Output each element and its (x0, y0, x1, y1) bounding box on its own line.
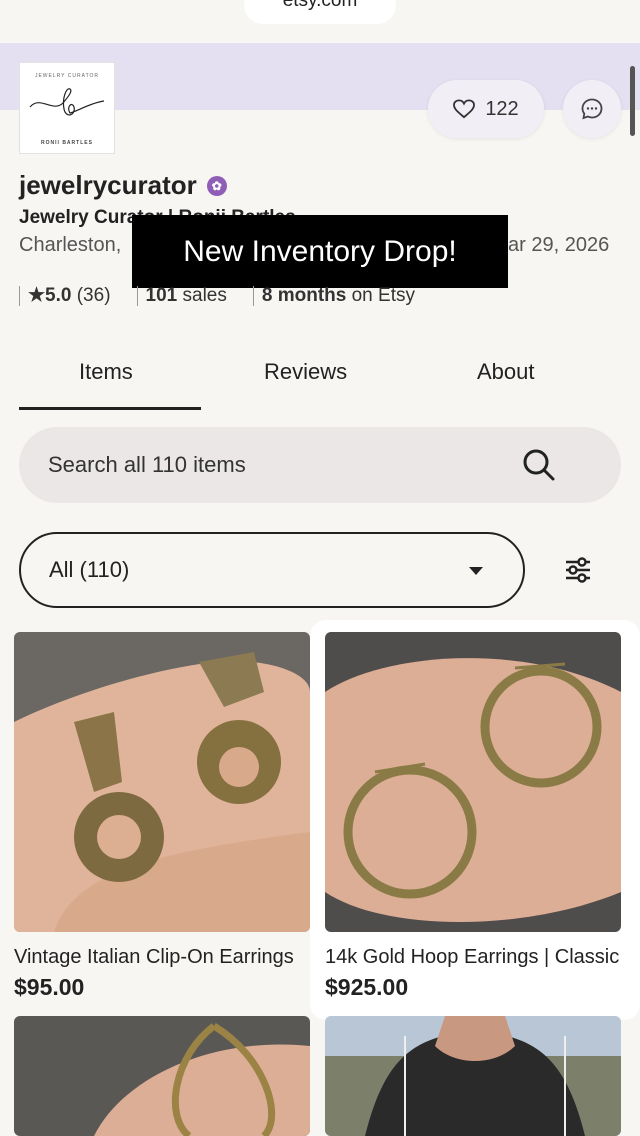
shop-name-text: jewelrycurator (19, 170, 197, 200)
tab-reviews[interactable]: Reviews (264, 359, 347, 385)
chat-icon (581, 98, 603, 120)
section-filter-select[interactable]: All (110) (19, 532, 525, 608)
active-tab-indicator (19, 407, 201, 410)
verified-badge-icon: ✿ (206, 175, 227, 196)
tenure-value: 8 months (261, 284, 347, 306)
divider (136, 285, 138, 306)
shop-date: ar 29, 2026 (508, 234, 610, 256)
divider (19, 285, 20, 306)
favorite-shop-button[interactable]: 122 (428, 80, 544, 138)
listing-price: $95.00 (14, 974, 85, 1000)
divider (252, 285, 254, 306)
favorites-count: 122 (485, 97, 519, 120)
page-scrollbar[interactable] (630, 66, 635, 136)
message-shop-button[interactable] (563, 80, 621, 138)
shop-location: Charleston, (19, 234, 122, 256)
listing-image[interactable] (14, 632, 310, 932)
listing-photo (325, 1016, 621, 1136)
shop-stats: ★5.0 (36) 101 sales 8 months on Etsy (19, 284, 415, 307)
listing-image[interactable] (325, 1016, 621, 1136)
url-text: etsy.com (282, 0, 358, 11)
search-placeholder: Search all 110 items (48, 452, 246, 477)
filter-sliders-icon (566, 557, 590, 583)
chevron-down-icon (469, 567, 483, 575)
listing-title[interactable]: Vintage Italian Clip-On Earrings (14, 946, 314, 969)
listing-photo (14, 1016, 310, 1136)
listing-title[interactable]: 14k Gold Hoop Earrings | Classic (325, 946, 625, 969)
rating-stars[interactable]: ★5.0 (36) (28, 284, 111, 307)
listing-image[interactable] (325, 632, 621, 932)
shop-tabs: Items Reviews About (0, 355, 640, 411)
heart-icon (453, 99, 476, 119)
listing-photo (14, 632, 310, 932)
tab-items[interactable]: Items (79, 359, 133, 385)
rating-value: ★5.0 (28, 285, 72, 306)
section-filter-value: All (110) (49, 557, 130, 582)
video-caption-overlay: New Inventory Drop! (132, 215, 508, 288)
tenure-label: on Etsy (351, 284, 415, 306)
tab-about[interactable]: About (477, 359, 535, 385)
listing-price: $925.00 (325, 974, 409, 1000)
sales-label: sales (182, 284, 227, 306)
shop-search-input[interactable]: Search all 110 items (19, 427, 621, 503)
search-icon[interactable] (521, 447, 557, 483)
listing-image[interactable] (14, 1016, 310, 1136)
filter-button[interactable] (556, 550, 600, 590)
logo-bottom-text: RONII BARTLES (41, 140, 93, 146)
shop-name[interactable]: jewelrycurator ✿ (19, 170, 227, 201)
logo-top-text: JEWELRY CURATOR (34, 73, 100, 79)
logo-signature-icon (29, 88, 105, 116)
review-count: (36) (76, 285, 111, 306)
shop-logo[interactable]: JEWELRY CURATOR RONII BARTLES (19, 62, 115, 154)
sales-count: 101 (145, 284, 178, 306)
listing-photo (325, 632, 621, 932)
browser-url-bar[interactable]: etsy.com (244, 0, 396, 24)
